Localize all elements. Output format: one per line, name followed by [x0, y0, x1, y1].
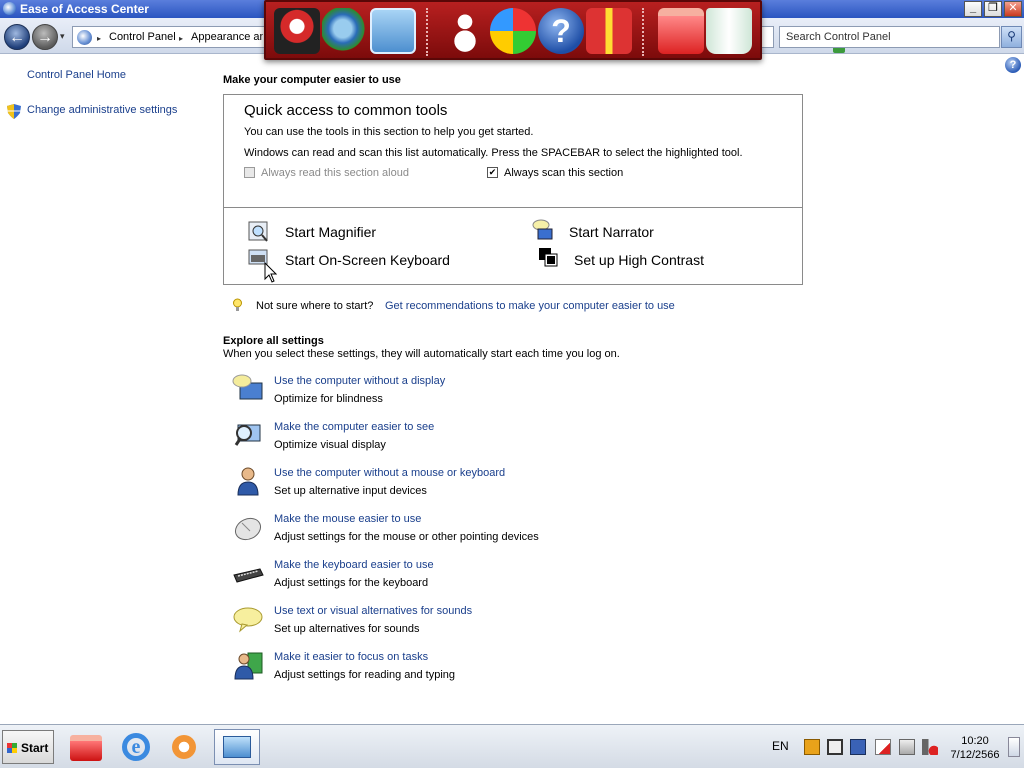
volume-muted-icon[interactable] [922, 739, 938, 755]
explore-heading: Explore all settings [223, 335, 324, 347]
desktop-settings-icon[interactable] [370, 8, 416, 54]
keyboard-icon [233, 568, 264, 583]
magnify-monitor-icon [234, 424, 261, 446]
tray-window-icon[interactable] [827, 739, 843, 755]
breadcrumb-control-panel[interactable]: Control Panel [109, 31, 176, 43]
speech-bubble-icon [233, 607, 263, 633]
setting-desc-without-display: Optimize for blindness [274, 393, 383, 405]
speech-monitor-icon [232, 374, 263, 400]
always-scan-label: Always scan this section [504, 167, 624, 179]
setting-desc-mouse: Adjust settings for the mouse or other p… [274, 531, 539, 543]
control-panel-icon [77, 30, 92, 45]
always-scan-checkbox[interactable]: ✔ [487, 167, 498, 178]
restore-button[interactable]: ❐ [984, 1, 1002, 17]
tray-monitor-icon[interactable] [850, 739, 866, 755]
search-input[interactable]: Search Control Panel [779, 26, 1000, 48]
setting-link-keyboard[interactable]: Make the keyboard easier to use [274, 559, 434, 571]
media-player-taskbar-icon[interactable] [164, 729, 204, 765]
user-document-icon [234, 652, 263, 680]
start-narrator-button[interactable]: Start Narrator [569, 224, 654, 240]
file-explorer-taskbar-icon[interactable] [66, 729, 106, 765]
always-read-label: Always read this section aloud [261, 167, 409, 179]
show-desktop-button[interactable] [1008, 737, 1020, 757]
setting-desc-easier-to-see: Optimize visual display [274, 439, 386, 451]
start-onscreen-keyboard-button[interactable]: Start On-Screen Keyboard [285, 252, 450, 268]
internet-explorer-taskbar-icon[interactable]: e [116, 729, 156, 765]
high-contrast-button[interactable]: Set up High Contrast [574, 252, 704, 268]
quick-access-panel: Quick access to common tools You can use… [223, 94, 803, 285]
quick-access-title: Quick access to common tools [244, 102, 448, 119]
clock-date: 7/12/2566 [950, 749, 1000, 761]
window-title: Ease of Access Center [20, 2, 149, 16]
recycle-bin-icon[interactable] [706, 8, 752, 54]
overlay-dock-toolbar: ? [264, 0, 762, 60]
quick-access-description: You can use the tools in this section to… [244, 126, 534, 138]
setting-link-focus[interactable]: Make it easier to focus on tasks [274, 651, 428, 663]
chevron-down-icon[interactable]: ▸ [97, 34, 101, 43]
always-read-checkbox[interactable] [244, 167, 255, 178]
language-indicator[interactable]: EN [772, 739, 789, 753]
shield-check-icon[interactable] [490, 8, 536, 54]
help-icon[interactable]: ? [1005, 57, 1021, 73]
admin-shield-icon [7, 104, 21, 119]
folder-icon[interactable] [658, 8, 704, 54]
santa-computer-icon[interactable] [274, 8, 320, 54]
gift-icon[interactable] [586, 8, 632, 54]
mouse-cursor-icon [264, 262, 277, 283]
clock-time: 10:20 [961, 735, 989, 747]
recent-pages-dropdown[interactable]: ▾ [60, 31, 65, 42]
setting-desc-keyboard: Adjust settings for the keyboard [274, 577, 429, 589]
forward-button[interactable]: → [32, 24, 58, 50]
high-contrast-icon[interactable] [538, 247, 562, 269]
setting-link-easier-to-see[interactable]: Make the computer easier to see [274, 421, 434, 433]
quick-access-instructions: Windows can read and scan this list auto… [244, 147, 743, 159]
setting-desc-focus: Adjust settings for reading and typing [274, 669, 456, 681]
setting-link-sounds[interactable]: Use text or visual alternatives for soun… [274, 605, 472, 617]
system-clock[interactable]: 10:20 7/12/2566 [946, 734, 1004, 762]
setting-desc-without-mouse: Set up alternative input devices [274, 485, 427, 497]
snowman-icon[interactable] [442, 8, 488, 54]
page-heading: Make your computer easier to use [223, 74, 401, 86]
search-icon[interactable]: ⚲ [1001, 26, 1022, 48]
start-label: Start [21, 741, 49, 755]
tip-text: Not sure where to start? [256, 300, 374, 312]
breadcrumb-appearance[interactable]: Appearance an [191, 31, 263, 43]
globe-icon[interactable] [322, 8, 368, 54]
windows-logo-icon [7, 748, 17, 753]
tray-app-icon[interactable] [804, 739, 820, 755]
setting-desc-sounds: Set up alternatives for sounds [274, 623, 420, 635]
back-button[interactable]: ← [4, 24, 30, 50]
divider [224, 207, 802, 208]
mouse-icon [234, 517, 262, 541]
start-magnifier-button[interactable]: Start Magnifier [285, 224, 376, 240]
close-button[interactable]: ✕ [1004, 1, 1022, 17]
dock-separator [426, 8, 428, 56]
explore-description: When you select these settings, they wil… [223, 348, 620, 360]
taskbar: Start e EN 10:20 7/12/2566 [0, 724, 1024, 768]
change-admin-settings-link[interactable]: Change administrative settings [27, 104, 177, 116]
chevron-right-icon[interactable]: ▸ [179, 34, 183, 43]
action-center-icon[interactable] [875, 739, 891, 755]
user-icon [237, 467, 259, 496]
network-icon[interactable] [899, 739, 915, 755]
setting-link-mouse[interactable]: Make the mouse easier to use [274, 513, 421, 525]
lightbulb-icon [233, 298, 242, 311]
start-button[interactable]: Start [2, 730, 54, 764]
setting-link-without-display[interactable]: Use the computer without a display [274, 375, 445, 387]
dock-separator [642, 8, 644, 56]
setting-link-without-mouse[interactable]: Use the computer without a mouse or keyb… [274, 467, 505, 479]
help-icon[interactable]: ? [538, 8, 584, 54]
magnifier-icon[interactable] [248, 221, 272, 243]
minimize-button[interactable]: _ [964, 1, 982, 17]
control-panel-home-link[interactable]: Control Panel Home [27, 69, 126, 81]
narrator-icon[interactable] [532, 219, 556, 241]
get-recommendations-link[interactable]: Get recommendations to make your compute… [385, 300, 675, 312]
window-controls: _ ❐ ✕ [964, 1, 1022, 17]
ease-of-access-icon [3, 2, 16, 15]
control-panel-taskbar-icon[interactable] [214, 729, 260, 765]
